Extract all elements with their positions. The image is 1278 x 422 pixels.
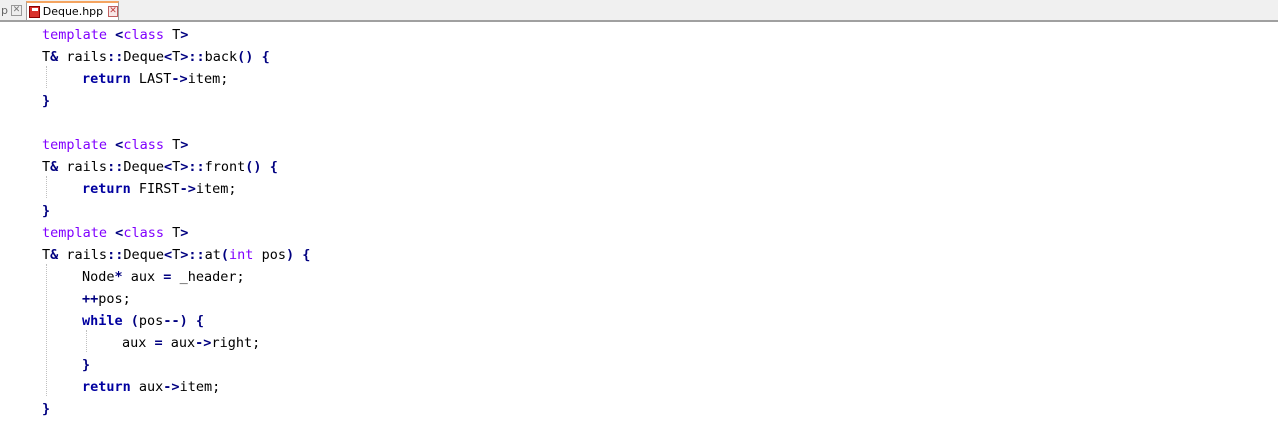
tab-deque-hpp[interactable]: Deque.hpp ✕ <box>26 1 119 20</box>
code-editor[interactable]: template <class T> T& rails::Deque<T>::b… <box>0 22 1278 422</box>
code-line: return FIRST->item; <box>82 181 237 197</box>
code-line: return aux->item; <box>82 379 221 395</box>
tab-label: Deque.hpp <box>42 5 104 18</box>
code-line: T& rails::Deque<T>::front() { <box>42 159 278 175</box>
code-line: ++pos; <box>82 291 131 307</box>
indent-guide <box>46 264 47 396</box>
close-icon[interactable]: ✕ <box>108 6 118 17</box>
indent-guide <box>46 176 47 198</box>
code-line: T& rails::Deque<T>::back() { <box>42 49 270 65</box>
code-line: T& rails::Deque<T>::at(int pos) { <box>42 247 311 263</box>
tab-label: p <box>1 4 8 17</box>
code-line: template <class T> <box>42 27 189 43</box>
code-line: } <box>42 93 51 109</box>
code-line: } <box>82 357 91 373</box>
code-line: } <box>42 203 51 219</box>
code-line: template <class T> <box>42 137 189 153</box>
code-line: while (pos--) { <box>82 313 204 329</box>
code-line: return LAST->item; <box>82 71 229 87</box>
unsaved-file-icon <box>29 5 40 18</box>
close-icon[interactable]: ✕ <box>10 5 22 16</box>
tab-previous-file[interactable]: p ✕ <box>0 1 26 20</box>
code-line: } <box>42 401 51 417</box>
code-line: Node* aux = _header; <box>82 269 245 285</box>
code-line: aux = aux->right; <box>122 335 261 351</box>
indent-guide <box>86 330 87 352</box>
indent-guide <box>46 66 47 88</box>
tab-bar: p ✕ Deque.hpp ✕ <box>0 0 1278 22</box>
code-line: template <class T> <box>42 225 189 241</box>
